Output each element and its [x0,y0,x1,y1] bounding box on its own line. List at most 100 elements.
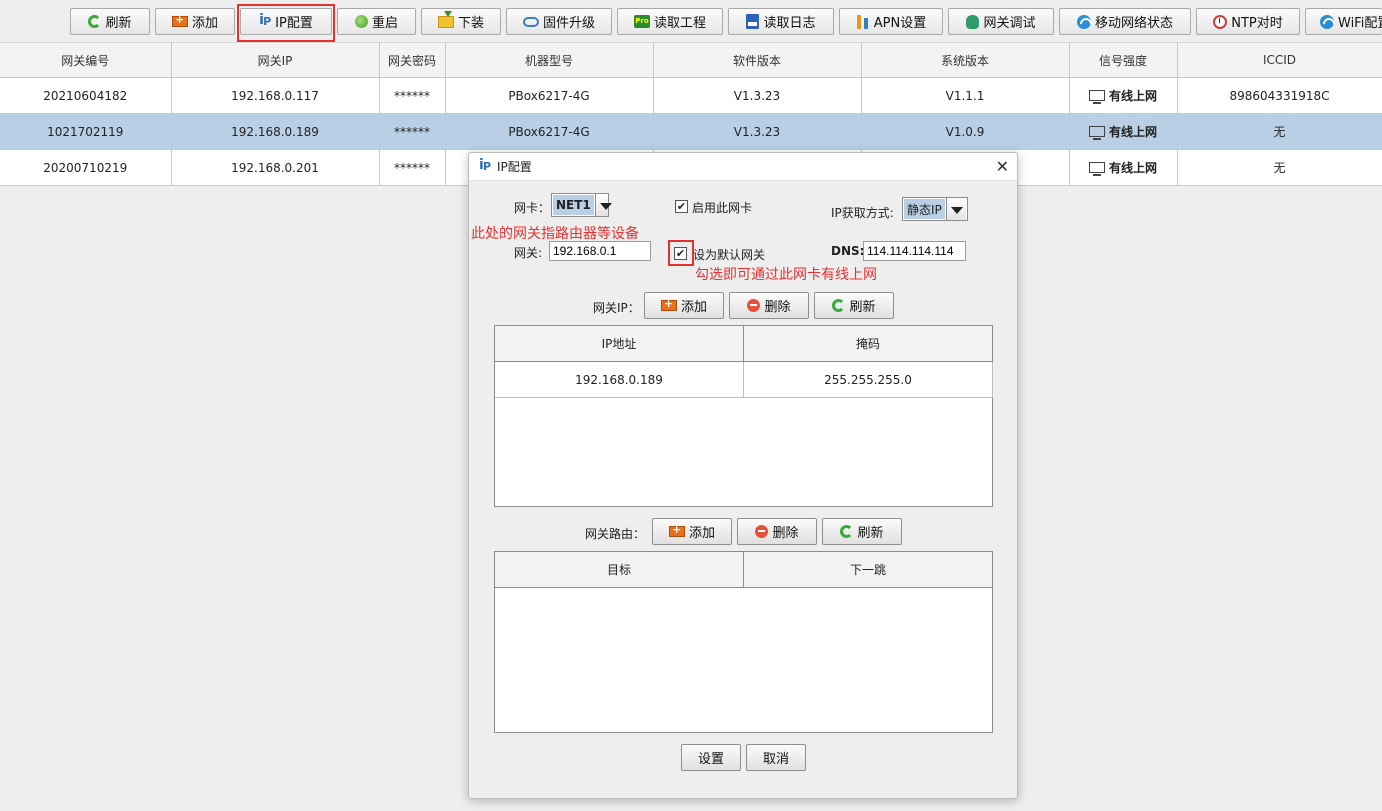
column-header[interactable]: 软件版本 [653,42,862,78]
column-header[interactable]: 下一跳 [744,552,993,588]
add-icon [660,297,677,311]
delete-route-button[interactable]: 删除 [737,518,817,545]
cloud-icon [522,16,539,27]
add-icon [668,523,685,537]
monitor-icon [1088,162,1105,176]
dialog-title-bar[interactable]: IP配置 ✕ [469,153,1017,181]
gateway-ip-label: 网关IP： [593,301,640,315]
annotation-gateway-note: 此处的网关指路由器等设备 [471,226,639,242]
dns-label: DNS: [831,244,865,258]
cancel-button[interactable]: 取消 [746,744,806,771]
ip-mode-value: 静态IP [904,199,945,219]
signal-cell: 有线上网 [1069,149,1178,186]
table-cell: V1.3.23 [653,77,862,114]
dialog-title: IP配置 [497,160,532,174]
monitor-icon [1088,90,1105,104]
table-cell[interactable]: 192.168.0.189 [495,362,744,398]
enable-nic-label: 启用此网卡 [692,201,753,215]
table-cell: 20210604182 [0,77,172,114]
dns-input[interactable] [863,241,966,261]
refresh-icon [832,299,846,312]
table-cell: 无 [1177,113,1382,150]
enable-nic-checkbox[interactable]: ✔ [675,200,688,213]
table-cell: ****** [379,149,446,186]
gateway-label: 网关: [514,246,543,260]
apn-settings-button[interactable]: APN设置 [839,8,943,35]
firmware-upgrade-button[interactable]: 固件升级 [506,8,612,35]
column-header[interactable]: 机器型号 [445,42,654,78]
delete-icon [747,299,761,312]
table-cell: ****** [379,113,446,150]
delete-ip-button[interactable]: 删除 [729,292,809,319]
table-cell: 20200710219 [0,149,172,186]
add-ip-button[interactable]: 添加 [644,292,724,319]
ip-mode-label: IP获取方式: [831,206,894,220]
mobile-network-status-button[interactable]: 移动网络状态 [1059,8,1191,35]
signal-cell: 有线上网 [1069,113,1178,150]
ip-config-highlight-box [237,4,335,42]
table-cell: PBox6217-4G [445,113,654,150]
signal-cell: 有线上网 [1069,77,1178,114]
column-header[interactable]: 掩码 [744,326,993,362]
refresh-icon [840,525,854,538]
column-header[interactable]: 网关密码 [379,42,446,78]
table-cell: ****** [379,77,446,114]
column-header[interactable]: 信号强度 [1069,42,1178,78]
table-cell: V1.1.1 [861,77,1070,114]
download-button[interactable]: 下装 [421,8,501,35]
bug-icon [966,14,980,29]
column-header[interactable]: 网关IP [171,42,380,78]
wifi-icon [1320,14,1334,29]
column-header[interactable]: 网关编号 [0,42,172,78]
table-cell: V1.0.9 [861,113,1070,150]
refresh-button[interactable]: 刷新 [70,8,150,35]
restart-button[interactable]: 重启 [337,8,416,35]
pro-icon: Pro [633,15,650,28]
read-log-button[interactable]: 读取日志 [728,8,834,35]
add-button[interactable]: 添加 [155,8,235,35]
refresh-route-button[interactable]: 刷新 [822,518,902,545]
default-gateway-label: 设为默认网关 [693,248,766,262]
gateway-debug-button[interactable]: 网关调试 [948,8,1054,35]
annotation-checkbox-note: 勾选即可通过此网卡有线上网 [695,267,877,283]
ip-address-table: IP地址 掩码 192.168.0.189 255.255.255.0 [494,325,993,507]
table-cell: 898604331918C [1177,77,1382,114]
apn-icon [856,14,870,29]
chevron-down-icon [945,198,966,220]
nic-select[interactable]: NET1 [551,193,613,217]
table-cell: 1021702119 [0,113,172,150]
route-table: 目标 下一跳 [494,551,993,733]
refresh-ip-button[interactable]: 刷新 [814,292,894,319]
wifi-config-button[interactable]: WiFi配置 [1305,8,1382,35]
nic-label: 网卡： [514,201,551,215]
table-row[interactable]: 20210604182 192.168.0.117 ****** PBox621… [0,77,1382,114]
table-cell: PBox6217-4G [445,77,654,114]
column-header[interactable]: IP地址 [495,326,744,362]
table-cell: 192.168.0.117 [171,77,380,114]
column-header[interactable]: ICCID [1177,42,1382,78]
close-icon[interactable]: ✕ [996,157,1009,176]
set-button[interactable]: 设置 [681,744,741,771]
ip-mode-select[interactable]: 静态IP [902,197,968,221]
chevron-down-icon [594,194,613,216]
add-icon [171,13,188,27]
ntp-sync-button[interactable]: NTP对时 [1196,8,1300,35]
table-row-selected[interactable]: 1021702119 192.168.0.189 ****** PBox6217… [0,113,1382,150]
clock-icon [1213,14,1228,29]
nic-value: NET1 [553,195,594,215]
gateway-route-label: 网关路由： [585,527,646,541]
column-header[interactable]: 目标 [495,552,744,588]
delete-icon [755,525,769,538]
table-header-row: 网关编号 网关IP 网关密码 机器型号 软件版本 系统版本 信号强度 ICCID [0,42,1382,78]
table-cell[interactable]: 255.255.255.0 [744,362,993,398]
default-gateway-checkbox[interactable]: ✔ [674,247,687,260]
ip-config-dialog: IP配置 ✕ 网卡： NET1 ✔ 启用此网卡 IP获取方式: 静态IP 此处的… [468,152,1018,799]
table-cell: 192.168.0.189 [171,113,380,150]
add-route-button[interactable]: 添加 [652,518,732,545]
read-project-button[interactable]: Pro 读取工程 [617,8,723,35]
refresh-icon [88,15,102,28]
gateway-input[interactable] [549,241,651,261]
column-header[interactable]: 系统版本 [861,42,1070,78]
wifi-icon [1076,14,1091,29]
table-cell: 192.168.0.201 [171,149,380,186]
